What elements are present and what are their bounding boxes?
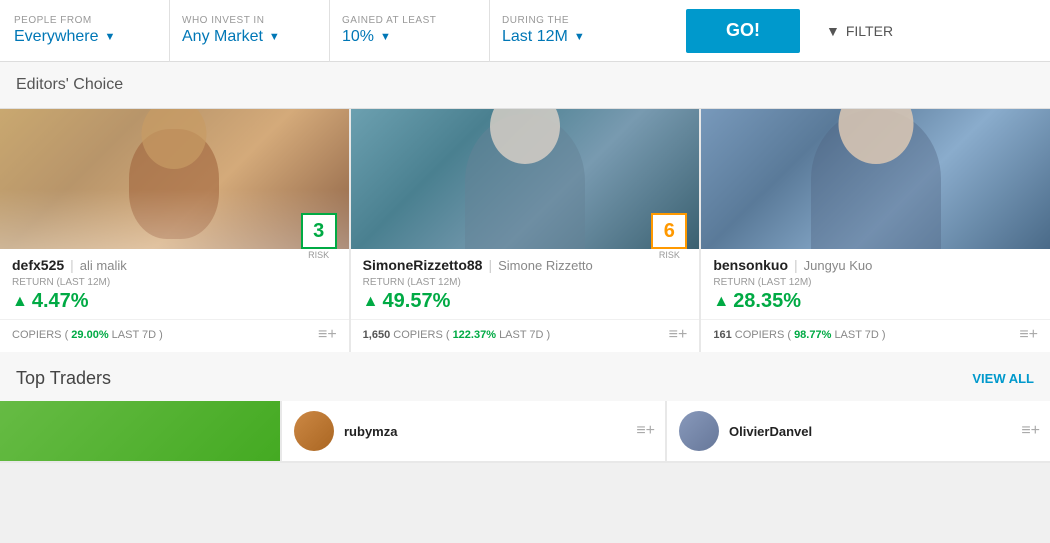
bottom-card-username: rubymza [344,424,397,439]
return-label: RETURN (LAST 12M) [12,277,337,288]
copy-icon[interactable]: ≡+ [669,326,688,344]
avatar-rubymza [294,411,334,451]
copiers-change: 122.37% [453,329,496,341]
gained-filter[interactable]: GAINED AT LEAST 10% ▼ [330,0,490,62]
card-realname: Jungyu Kuo [804,258,873,273]
trader-card-2-info: SimoneRizzetto88 | Simone Rizzetto RETUR… [351,249,700,319]
risk-box: 3 [301,213,337,249]
top-bar: PEOPLE FROM Everywhere ▼ WHO INVEST IN A… [0,0,1050,62]
card-copiers-2: 1,650 COPIERS ( 122.37% LAST 7D ) ≡+ [351,319,700,352]
risk-label: RISK [651,250,687,260]
bottom-card-rubymza: rubymza ≡+ [282,401,665,461]
editors-choice-title: Editors' Choice [16,76,123,93]
risk-box: 6 [651,213,687,249]
who-invest-filter[interactable]: WHO INVEST IN Any Market ▼ [170,0,330,62]
during-value[interactable]: Last 12M ▼ [502,28,658,46]
return-arrow-icon: ▲ [713,293,729,311]
risk-label: RISK [301,250,337,260]
copiers-suffix: LAST 7D ) [499,329,550,341]
copiers-label: COPIERS ( [393,329,452,341]
people-from-label: PEOPLE FROM [14,15,157,26]
trader-card-3: bensonkuo | Jungyu Kuo RETURN (LAST 12M)… [701,109,1050,352]
bottom-card-olivier: OlivierDanvel ≡+ [667,401,1050,461]
return-arrow-icon: ▲ [363,293,379,311]
editors-choice-cards: 3 RISK defx525 | ali malik RETURN (LAST … [0,109,1050,352]
top-traders-title: Top Traders [16,368,111,389]
return-label: RETURN (LAST 12M) [713,277,1038,288]
trader-card-2-image [351,109,700,249]
people-from-value[interactable]: Everywhere ▼ [14,28,157,46]
who-invest-label: WHO INVEST IN [182,15,317,26]
people-from-chevron-icon: ▼ [104,31,115,43]
card-return: ▲ 4.47% [12,290,337,313]
gained-value[interactable]: 10% ▼ [342,28,477,46]
copiers-change: 29.00% [71,329,108,341]
filter-button[interactable]: ▼ FILTER [816,23,903,39]
copiers-count: 1,650 [363,329,391,341]
trader-card-1-image [0,109,349,249]
trader-card-1: 3 RISK defx525 | ali malik RETURN (LAST … [0,109,349,352]
who-invest-value[interactable]: Any Market ▼ [182,28,317,46]
card-name-row: SimoneRizzetto88 | Simone Rizzetto [363,257,688,273]
copy-icon[interactable]: ≡+ [636,422,655,440]
during-chevron-icon: ▼ [574,31,585,43]
card-username: bensonkuo [713,257,788,273]
go-button[interactable]: GO! [686,9,800,53]
filter-icon: ▼ [826,23,840,39]
avatar-olivier [679,411,719,451]
bottom-card-username: OlivierDanvel [729,424,812,439]
view-all-link[interactable]: VIEW ALL [972,371,1034,386]
card-name-row: defx525 | ali malik [12,257,337,273]
copiers-suffix: LAST 7D ) [112,329,163,341]
card-username: SimoneRizzetto88 [363,257,483,273]
gained-label: GAINED AT LEAST [342,15,477,26]
card-username: defx525 [12,257,64,273]
editors-choice-header: Editors' Choice [0,62,1050,109]
trader-card-1-info: defx525 | ali malik RETURN (LAST 12M) ▲ … [0,249,349,319]
top-traders-header: Top Traders VIEW ALL [0,352,1050,401]
copiers-suffix: LAST 7D ) [834,329,885,341]
copiers-label: COPIERS ( [12,329,68,341]
bottom-card-green [0,401,280,461]
copy-icon[interactable]: ≡+ [318,326,337,344]
gained-chevron-icon: ▼ [380,31,391,43]
during-label: DURING THE [502,15,658,26]
bottom-cards-row: rubymza ≡+ OlivierDanvel ≡+ [0,401,1050,463]
trader-card-3-info: bensonkuo | Jungyu Kuo RETURN (LAST 12M)… [701,249,1050,319]
who-invest-chevron-icon: ▼ [269,31,280,43]
return-label: RETURN (LAST 12M) [363,277,688,288]
copy-icon[interactable]: ≡+ [1019,326,1038,344]
copy-icon[interactable]: ≡+ [1021,422,1040,440]
copiers-label: COPIERS ( [735,329,794,341]
trader-card-1-risk-badge: 3 RISK [301,213,337,260]
card-copiers-1: COPIERS ( 29.00% LAST 7D ) ≡+ [0,319,349,352]
card-return: ▲ 49.57% [363,290,688,313]
trader-card-3-image [701,109,1050,249]
card-copiers-3: 161 COPIERS ( 98.77% LAST 7D ) ≡+ [701,319,1050,352]
card-name-row: bensonkuo | Jungyu Kuo [713,257,1038,273]
copiers-change: 98.77% [794,329,831,341]
card-realname: Simone Rizzetto [498,258,593,273]
people-from-filter[interactable]: PEOPLE FROM Everywhere ▼ [10,0,170,62]
copiers-count: 161 [713,329,731,341]
card-realname: ali malik [80,258,127,273]
card-return: ▲ 28.35% [713,290,1038,313]
trader-card-2: 6 RISK SimoneRizzetto88 | Simone Rizzett… [351,109,700,352]
during-filter[interactable]: DURING THE Last 12M ▼ [490,0,670,62]
return-arrow-icon: ▲ [12,293,28,311]
trader-card-2-risk-badge: 6 RISK [651,213,687,260]
